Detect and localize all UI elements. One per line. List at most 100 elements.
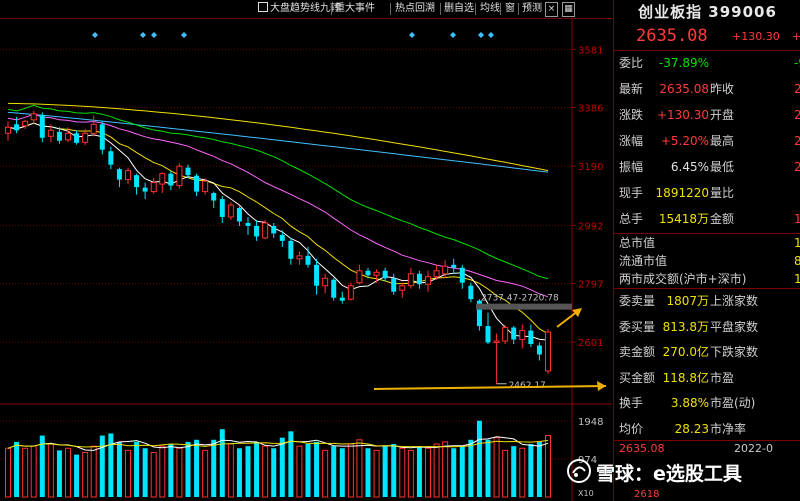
- volume-bar: [65, 447, 71, 498]
- row-label-2: 市盈(动): [710, 396, 756, 410]
- y-tick-label: 3386: [578, 104, 603, 115]
- toolbar-window-item[interactable]: 窗: [505, 1, 515, 17]
- toolbar-trend-item[interactable]: 大盘趋势线九转: [258, 1, 340, 17]
- row-label-2: 最低: [710, 160, 735, 174]
- volume-bar: [425, 447, 431, 498]
- volume-bar: [314, 441, 320, 497]
- volume-bar: [150, 452, 157, 498]
- y-tick-label: 3581: [578, 45, 603, 56]
- toolbar-hotspot-item[interactable]: 热点回溯: [395, 1, 435, 17]
- candle-body: [262, 222, 269, 239]
- candle-body: [425, 276, 431, 285]
- volume-bar: [502, 449, 509, 498]
- volume-bar: [305, 444, 311, 497]
- ma20-line: [7, 113, 549, 298]
- volume-bar: [125, 449, 131, 498]
- volume-bar: [22, 447, 29, 498]
- candle-body: [150, 182, 157, 193]
- row-label: 流通市值: [619, 254, 668, 268]
- quote-row: 涨跌 +130.30 开盘 2: [614, 104, 800, 126]
- toolbar-forecast-item[interactable]: 预测: [522, 1, 542, 17]
- chart-toolbar: 大盘趋势线九转 重大事件 热点回溯 删自选 均线 窗 预测 × ▦: [0, 0, 612, 19]
- price-change-percent: +5: [792, 30, 800, 43]
- candle-body: [536, 345, 542, 355]
- candle-body: [407, 273, 414, 287]
- volume-bar: [194, 439, 200, 497]
- volume-bar: [245, 446, 251, 497]
- volume-bar: [176, 447, 183, 498]
- volume-bar: [442, 441, 449, 498]
- y-tick-label: 2601: [578, 338, 603, 349]
- candle-body: [22, 120, 29, 127]
- volume-bar: [47, 443, 54, 498]
- candle-body: [219, 199, 225, 217]
- volume-bar: [331, 446, 337, 497]
- kline-chart[interactable]: 3581338631902992279726011948974X102737.4…: [0, 0, 612, 501]
- order-row: 买金额 118.8亿 市盈: [614, 367, 800, 389]
- event-marker-icon: [92, 32, 98, 38]
- candle-body: [519, 330, 526, 341]
- up-arrow: [556, 310, 579, 328]
- candle-body: [5, 126, 11, 134]
- volume-bar: [511, 446, 517, 497]
- row-label-2: 金额: [710, 212, 735, 226]
- stock-chart-window: 3581 3386 3190 2992 2797 2601 1948 974 X10 2737.4…: [0, 0, 800, 501]
- support-arrow-head-icon: [597, 381, 606, 391]
- candle-body: [314, 264, 320, 286]
- quote-row: 最新 2635.08 昨收 2: [614, 78, 800, 100]
- candle-body: [82, 132, 89, 143]
- candle-body: [108, 151, 114, 165]
- candle-body: [365, 270, 371, 276]
- order-row: 换手 3.88% 市盈(动): [614, 392, 800, 414]
- event-marker-icon: [151, 32, 157, 38]
- row-value: -37.89%: [658, 56, 709, 70]
- price-row: 2635.08 +130.30 +5: [614, 26, 800, 48]
- event-marker-icon: [450, 32, 456, 38]
- grid-icon[interactable]: ▦: [562, 2, 575, 17]
- toolbar-remove-watchlist-item[interactable]: 删自选: [444, 1, 474, 17]
- volume-bar: [74, 454, 80, 497]
- y-tick-label: 2992: [578, 221, 603, 232]
- row-label-2: 市净率: [710, 421, 747, 436]
- toolbar-ma-item[interactable]: 均线: [480, 1, 500, 17]
- support-arrow: [373, 385, 607, 390]
- quote-row: 涨幅 +5.20% 最高 2: [614, 130, 800, 152]
- toolbar-events-item[interactable]: 重大事件: [335, 1, 375, 17]
- watermark-text: 雪球：e选股工具: [596, 463, 742, 485]
- volume-bar: [296, 445, 303, 498]
- candle-body: [202, 180, 209, 193]
- candle-body: [382, 270, 388, 279]
- row-value: +5.20%: [660, 134, 709, 148]
- candle-body: [194, 175, 200, 192]
- row-label-2: 下跌家数: [710, 345, 759, 359]
- volume-bar: [236, 448, 242, 497]
- candle-body: [56, 131, 62, 141]
- candle-body: [459, 267, 465, 283]
- event-marker-icon: [478, 32, 484, 38]
- row-label: 总手: [619, 212, 644, 226]
- candle-body: [347, 285, 354, 300]
- volume-bar: [142, 448, 148, 497]
- row-value-2: -9: [794, 56, 800, 70]
- row-label-2: 市盈: [710, 370, 735, 385]
- candle-body: [99, 124, 105, 150]
- row-value: 11: [794, 236, 800, 250]
- range-box: [476, 303, 572, 310]
- price-change: +130.30: [732, 30, 780, 43]
- row-value: 813.8万: [662, 319, 709, 334]
- candle-body: [211, 193, 217, 201]
- volume-bar: [108, 433, 114, 497]
- quote-row: 振幅 6.45% 最低 2: [614, 156, 800, 178]
- candle-body: [176, 165, 183, 187]
- volume-bar: [339, 448, 345, 497]
- row-label: 换手: [619, 396, 644, 410]
- candle-body: [254, 225, 260, 237]
- y-tick-label: 2797: [578, 280, 603, 291]
- volume-bar: [254, 441, 260, 497]
- row-value: 3.88%: [670, 396, 709, 410]
- volume-bar: [373, 449, 380, 498]
- volume-bar: [519, 447, 526, 498]
- close-icon[interactable]: ×: [545, 2, 558, 17]
- volume-bar: [5, 447, 11, 498]
- annotation-low-label: 2462.17: [509, 381, 546, 391]
